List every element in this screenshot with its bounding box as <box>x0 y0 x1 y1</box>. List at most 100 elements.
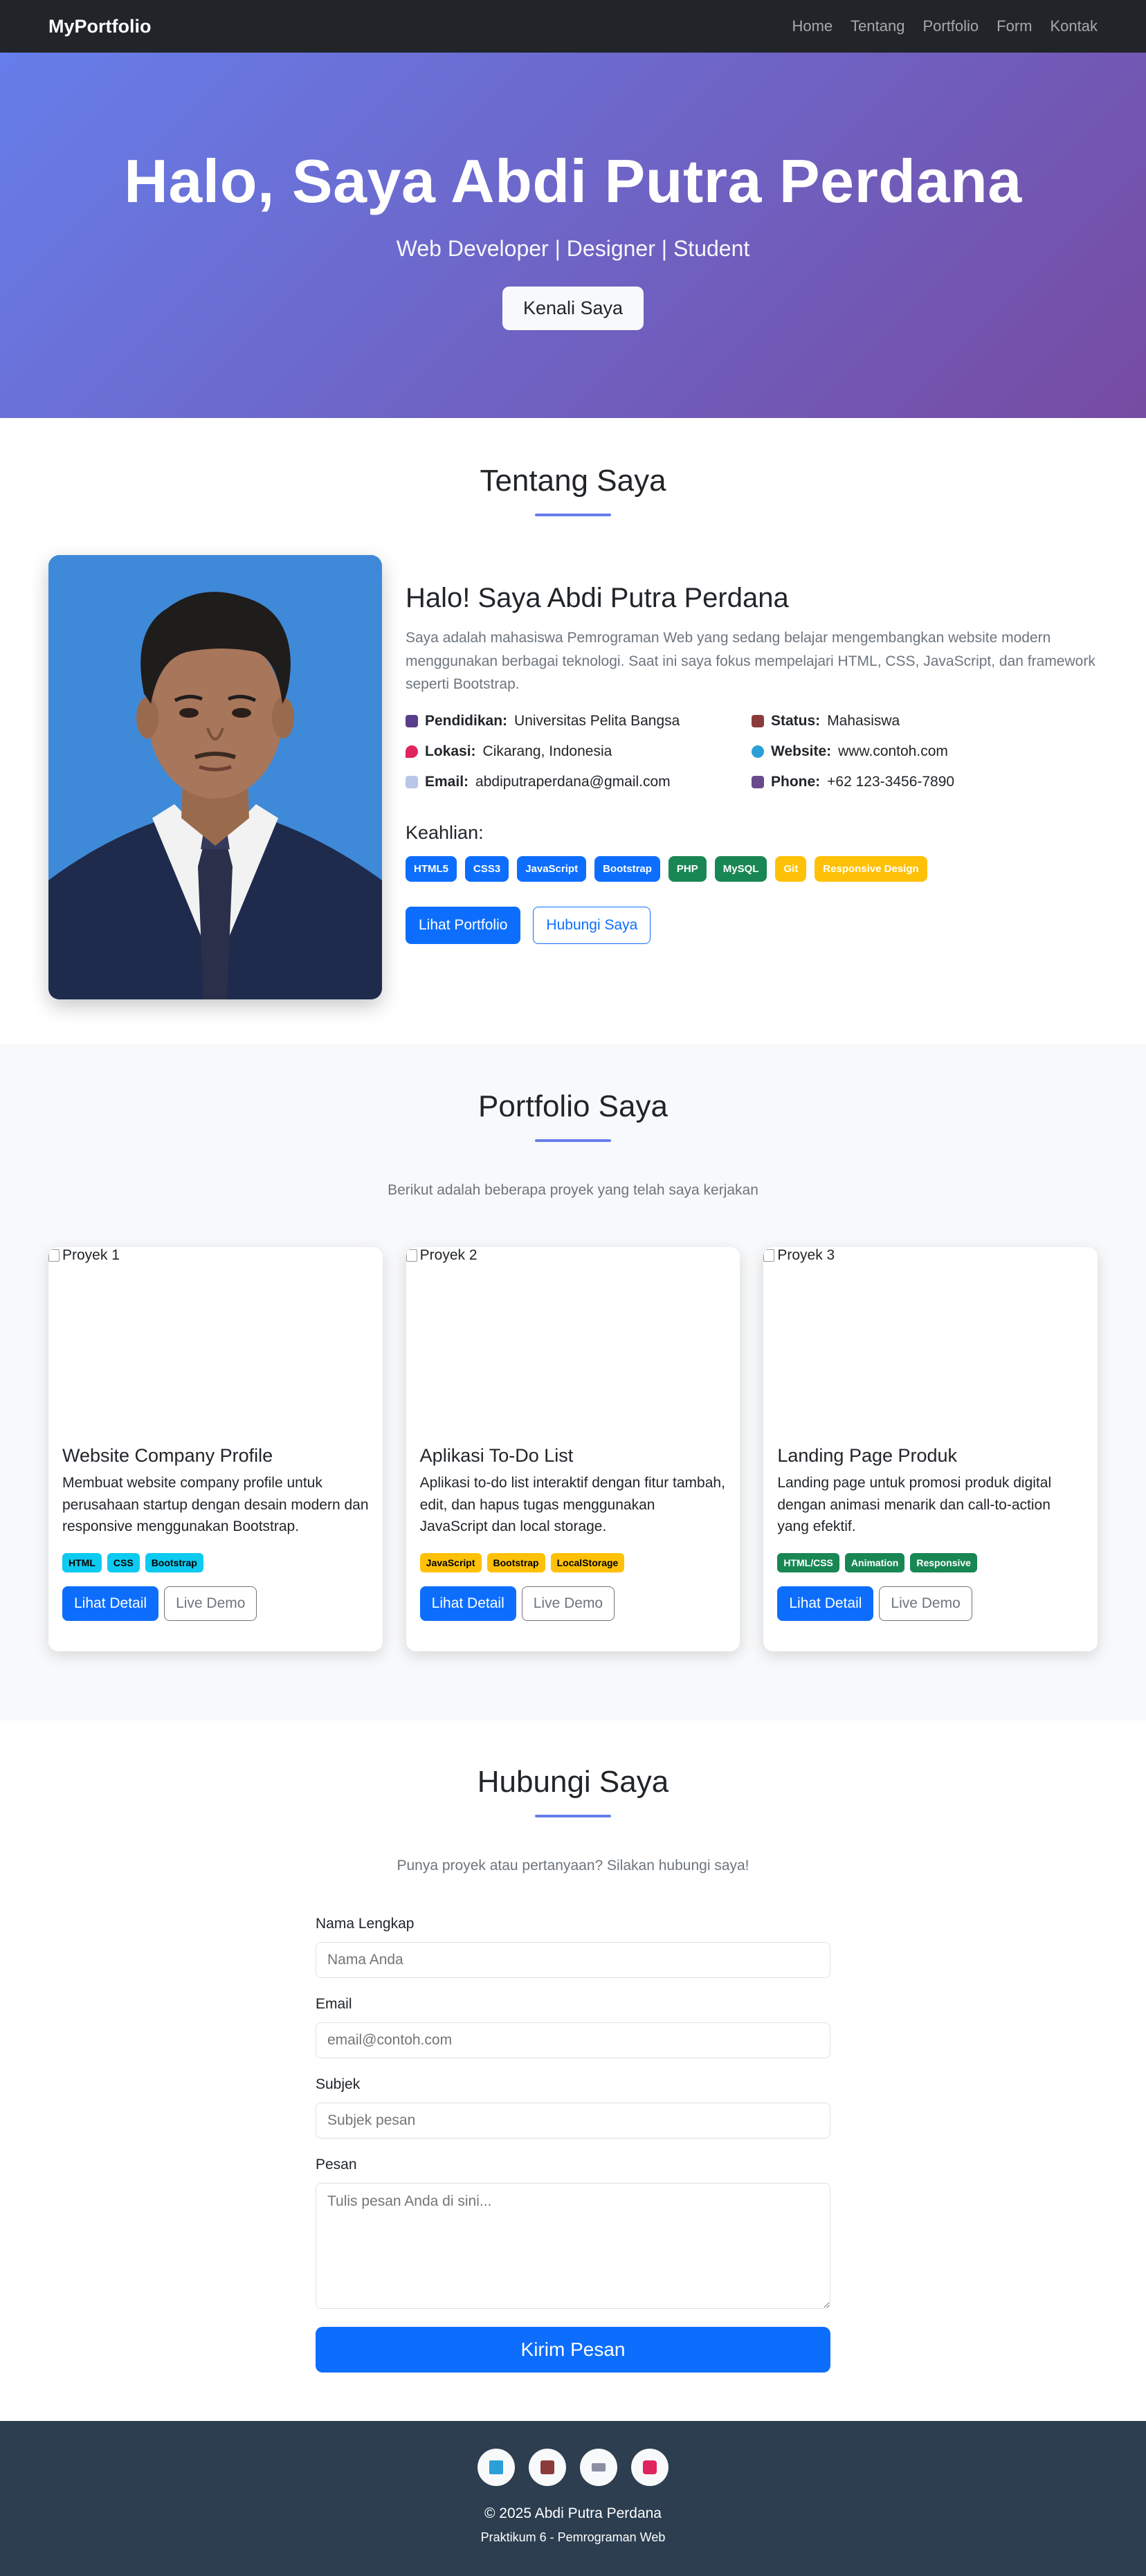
nav-link-home[interactable]: Home <box>792 17 833 35</box>
project-title: Website Company Profile <box>62 1445 273 1466</box>
info-phone: Phone: +62 123-3456-7890 <box>752 774 1098 790</box>
project-description: Membuat website company profile untuk pe… <box>62 1475 369 1534</box>
skill-badge: Responsive Design <box>815 855 927 882</box>
info-value: Universitas Pelita Bangsa <box>514 712 680 729</box>
project-tag: HTML <box>62 1552 102 1572</box>
live-demo-button[interactable]: Live Demo <box>521 1586 615 1621</box>
project-image: Proyek 3 <box>763 1247 1098 1434</box>
info-label: Pendidikan: <box>425 712 508 729</box>
phone-icon <box>752 775 764 788</box>
lihat-detail-button[interactable]: Lihat Detail <box>62 1586 159 1621</box>
nav-link-form[interactable]: Form <box>997 17 1032 35</box>
kirim-pesan-button[interactable]: Kirim Pesan <box>316 2327 830 2373</box>
profile-photo <box>48 555 382 999</box>
skill-badge: PHP <box>668 855 707 882</box>
info-value: Mahasiswa <box>827 712 900 729</box>
nav-links: Home Tentang Portfolio Form Kontak <box>792 17 1098 35</box>
image-alt-text: Proyek 1 <box>62 1247 120 1263</box>
live-demo-button[interactable]: Live Demo <box>164 1586 257 1621</box>
camera-icon[interactable] <box>631 2449 668 2486</box>
name-field[interactable] <box>316 1942 830 1978</box>
broken-image-icon <box>763 1249 775 1262</box>
hubungi-saya-button[interactable]: Hubungi Saya <box>533 906 651 944</box>
skill-badge: Git <box>775 855 807 882</box>
email-label: Email <box>316 1996 352 2012</box>
info-pendidikan: Pendidikan: Universitas Pelita Bangsa <box>406 713 752 729</box>
info-label: Email: <box>425 773 469 790</box>
project-description: Aplikasi to-do list interaktif dengan fi… <box>419 1475 725 1534</box>
live-demo-button[interactable]: Live Demo <box>879 1586 972 1621</box>
info-label: Lokasi: <box>425 743 476 759</box>
project-tag: Responsive <box>910 1552 977 1572</box>
image-alt-text: Proyek 3 <box>777 1247 835 1263</box>
contact-subtitle: Punya proyek atau pertanyaan? Silakan hu… <box>397 1858 749 1874</box>
info-value: +62 123-3456-7890 <box>827 773 955 790</box>
about-title: Tentang Saya <box>480 464 666 498</box>
subject-field[interactable] <box>316 2103 830 2139</box>
title-divider <box>535 514 611 516</box>
lihat-detail-button[interactable]: Lihat Detail <box>777 1586 874 1621</box>
skill-badge: MySQL <box>714 855 767 882</box>
email-icon <box>406 775 418 788</box>
project-title: Aplikasi To-Do List <box>419 1445 574 1466</box>
pin-icon <box>406 745 418 758</box>
brand-logo[interactable]: MyPortfolio <box>48 16 152 37</box>
project-tag: Animation <box>844 1552 905 1572</box>
title-divider <box>535 1815 611 1817</box>
message-label: Pesan <box>316 2157 357 2173</box>
broken-image-icon <box>48 1249 60 1262</box>
email-field[interactable] <box>316 2022 830 2058</box>
footer: © 2025 Abdi Putra Perdana Praktikum 6 - … <box>0 2421 1146 2576</box>
info-value: abdiputraperdana@gmail.com <box>475 773 671 790</box>
lihat-portfolio-button[interactable]: Lihat Portfolio <box>406 906 521 944</box>
about-heading: Halo! Saya Abdi Putra Perdana <box>406 583 789 613</box>
project-tag: Bootstrap <box>145 1552 203 1572</box>
about-info: Halo! Saya Abdi Putra Perdana Saya adala… <box>406 555 1098 999</box>
project-description: Landing page untuk promosi produk digita… <box>777 1475 1052 1534</box>
project-tag: Bootstrap <box>486 1552 545 1572</box>
nav-link-portfolio[interactable]: Portfolio <box>922 17 979 35</box>
profile-photo-illustration <box>48 555 382 999</box>
navbar: MyPortfolio Home Tentang Portfolio Form … <box>0 0 1146 53</box>
nav-link-kontak[interactable]: Kontak <box>1050 17 1098 35</box>
info-email: Email: abdiputraperdana@gmail.com <box>406 774 752 790</box>
portfolio-subtitle: Berikut adalah beberapa proyek yang tela… <box>388 1182 758 1198</box>
copyright-text: © 2025 Abdi Putra Perdana <box>484 2505 662 2521</box>
info-grid: Pendidikan: Universitas Pelita Bangsa Sta… <box>406 713 1098 790</box>
skill-badge: Bootstrap <box>594 855 660 882</box>
message-field[interactable] <box>316 2183 830 2309</box>
briefcase-icon <box>752 714 764 727</box>
project-tag: LocalStorage <box>550 1552 625 1572</box>
briefcase-icon[interactable] <box>529 2449 566 2486</box>
project-image: Proyek 1 <box>48 1247 383 1434</box>
project-image: Proyek 2 <box>406 1247 740 1434</box>
broken-image-icon <box>406 1249 417 1262</box>
keyboard-icon[interactable] <box>580 2449 617 2486</box>
project-tag: CSS <box>107 1552 140 1572</box>
social-links <box>478 2449 668 2486</box>
contact-form: Nama Lengkap Email Subjek Pesan Kirim Pe… <box>316 1916 830 2373</box>
skill-badge: HTML5 <box>406 855 457 882</box>
kenali-saya-button[interactable]: Kenali Saya <box>502 287 644 330</box>
info-lokasi: Lokasi: Cikarang, Indonesia <box>406 743 752 760</box>
subject-label: Subjek <box>316 2076 361 2092</box>
project-tag: JavaScript <box>419 1552 482 1572</box>
project-tag: HTML/CSS <box>777 1552 839 1572</box>
hero-title: Halo, Saya Abdi Putra Perdana <box>124 147 1022 215</box>
lihat-detail-button[interactable]: Lihat Detail <box>419 1586 516 1621</box>
contact-section: Hubungi Saya Punya proyek atau pertanyaa… <box>0 1721 1146 2421</box>
project-card: Proyek 1 Website Company Profile Membuat… <box>48 1247 383 1651</box>
book-icon[interactable] <box>478 2449 515 2486</box>
contact-title: Hubungi Saya <box>477 1765 669 1799</box>
info-label: Status: <box>771 712 821 729</box>
title-divider <box>535 1139 611 1142</box>
nav-link-tentang[interactable]: Tentang <box>851 17 904 35</box>
info-status: Status: Mahasiswa <box>752 713 1098 729</box>
graduation-cap-icon <box>406 714 418 727</box>
name-label: Nama Lengkap <box>316 1916 415 1932</box>
skills-title: Keahlian: <box>406 822 484 843</box>
project-card: Proyek 3 Landing Page Produk Landing pag… <box>763 1247 1098 1651</box>
course-text: Praktikum 6 - Pemrograman Web <box>480 2530 666 2544</box>
info-website: Website: www.contoh.com <box>752 743 1098 760</box>
project-title: Landing Page Produk <box>777 1445 958 1466</box>
